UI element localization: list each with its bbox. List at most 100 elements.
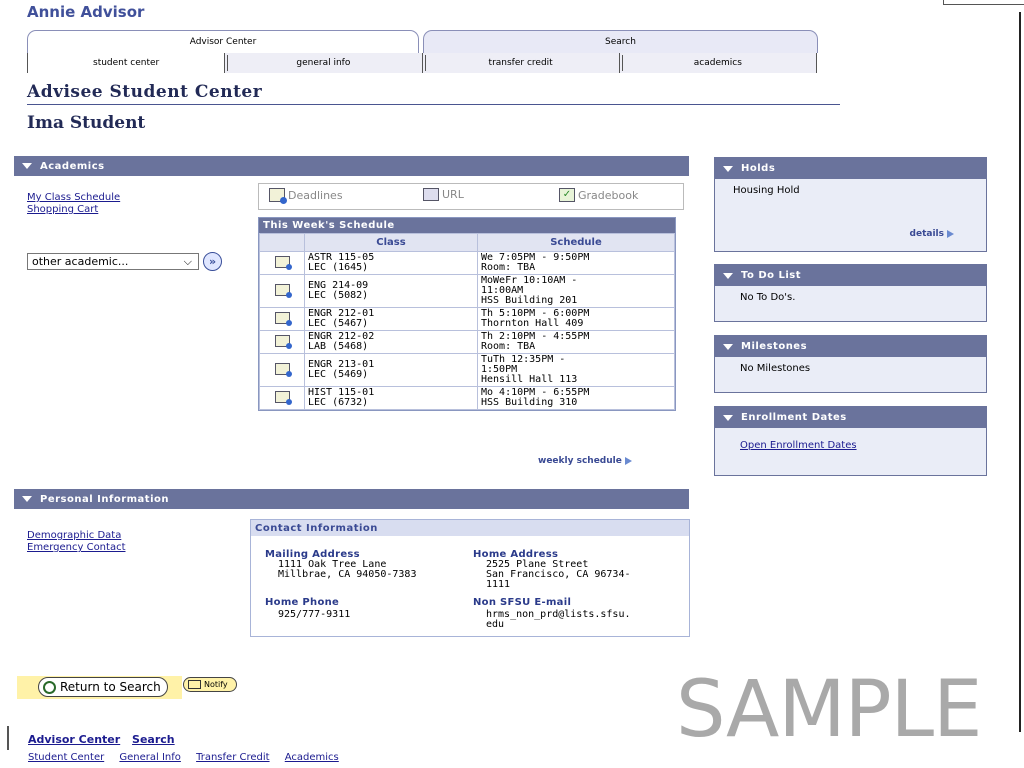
holds-details-link[interactable]: details <box>910 229 954 239</box>
title-divider <box>27 104 840 105</box>
mailing-line: Millbrae, CA 94050-7383 <box>278 569 417 580</box>
footer-student-center-link[interactable]: Student Center <box>28 752 104 763</box>
class-text: LEC (1645) <box>308 262 369 273</box>
left-edge-mark <box>7 726 9 750</box>
subtab-label: transfer credit <box>488 58 553 68</box>
play-arrow-icon <box>947 229 954 238</box>
milestones-header[interactable]: Milestones <box>715 336 986 357</box>
schedule-cell: We 7:05PM - 9:50PM Room: TBA <box>477 251 675 275</box>
class-details-icon[interactable] <box>274 255 292 270</box>
play-arrow-icon <box>624 456 632 465</box>
class-details-cell[interactable] <box>259 307 305 331</box>
gradebook-icon: ✓ <box>559 188 575 202</box>
footer-academics-link[interactable]: Academics <box>285 752 339 763</box>
select-value: other academic... <box>32 255 129 268</box>
home-address: Home Address 2525 Plane Street San Franc… <box>473 550 631 590</box>
panel-title: Enrollment Dates <box>741 412 847 423</box>
my-class-schedule-link[interactable]: My Class Schedule <box>27 192 120 204</box>
return-to-search-button[interactable]: Return to Search <box>38 677 168 697</box>
class-cell: ASTR 115-05 LEC (1645) <box>304 251 478 275</box>
class-text: LEC (5082) <box>308 290 369 301</box>
collapse-triangle-icon <box>723 165 733 172</box>
schedule-cell: TuTh 12:35PM -1:50PM Hensill Hall 113 <box>477 353 675 387</box>
holds-panel: Holds Housing Hold details <box>714 157 987 252</box>
footer-nav-primary: Advisor Center Search <box>28 733 183 746</box>
class-details-cell[interactable] <box>259 274 305 308</box>
url-label: URL <box>442 188 464 201</box>
collapse-triangle-icon <box>723 272 733 279</box>
home-phone-label: Home Phone <box>265 597 340 608</box>
enrollment-dates-header[interactable]: Enrollment Dates <box>715 407 986 428</box>
footer-advisor-center-link[interactable]: Advisor Center <box>28 733 120 746</box>
academics-toolbar: Deadlines URL ✓ Gradebook <box>258 183 684 210</box>
url-icon <box>423 188 439 201</box>
other-academic-select[interactable]: other academic... ⌵ <box>27 253 199 270</box>
schedule-text: HSS Building 201 <box>481 295 578 306</box>
milestones-panel: Milestones No Milestones <box>714 335 987 393</box>
todo-item: No To Do's. <box>740 292 796 303</box>
class-details-icon[interactable] <box>274 311 292 326</box>
tab-search[interactable]: Search <box>423 30 818 53</box>
todo-header[interactable]: To Do List <box>715 265 986 286</box>
class-column-header: Class <box>304 233 478 252</box>
class-cell: ENG 214-09 LEC (5082) <box>304 274 478 308</box>
tab-label: Advisor Center <box>189 37 257 47</box>
emergency-contact-link[interactable]: Emergency Contact <box>27 542 126 554</box>
weekly-schedule-link[interactable]: weekly schedule <box>538 456 632 466</box>
schedule-row: ENGR 213-01 LEC (5469) TuTh 12:35PM -1:50P… <box>259 353 675 387</box>
class-details-icon[interactable] <box>274 362 292 377</box>
holds-header[interactable]: Holds <box>715 158 986 179</box>
shopping-cart-link[interactable]: Shopping Cart <box>27 204 120 216</box>
contact-information-box: Contact Information Mailing Address 1111… <box>250 519 690 637</box>
section-title: Academics <box>40 160 105 172</box>
magnifier-icon <box>43 680 56 694</box>
class-text: LEC (5469) <box>308 369 369 380</box>
class-details-cell[interactable] <box>259 251 305 275</box>
schedule-text: Room: TBA <box>481 262 536 273</box>
schedule-cell: MoWeFr 10:10AM -11:00AM HSS Building 201 <box>477 274 675 308</box>
collapse-triangle-icon <box>22 496 32 502</box>
subtab-label: academics <box>693 58 742 68</box>
class-cell: ENGR 212-01 LEC (5467) <box>304 307 478 331</box>
gradebook-button[interactable]: ✓ Gradebook <box>559 188 638 202</box>
class-text: LAB (5468) <box>308 341 369 352</box>
class-details-icon[interactable] <box>274 390 292 405</box>
footer-search-link[interactable]: Search <box>132 733 175 746</box>
deadlines-button[interactable]: Deadlines <box>269 188 343 204</box>
subtab-label: student center <box>93 58 160 68</box>
class-details-cell[interactable] <box>259 386 305 410</box>
enrollment-dates-panel: Enrollment Dates Open Enrollment Dates <box>714 406 987 476</box>
subtab-transfer-credit[interactable]: transfer credit <box>421 53 619 73</box>
subtab-academics[interactable]: academics <box>618 53 817 73</box>
footer-general-info-link[interactable]: General Info <box>119 752 181 763</box>
weekly-schedule-label: weekly schedule <box>538 456 622 466</box>
class-text: LEC (6732) <box>308 397 369 408</box>
tab-advisor-center[interactable]: Advisor Center <box>27 30 419 53</box>
url-button[interactable]: URL <box>423 188 464 201</box>
subtab-student-center[interactable]: student center <box>27 53 225 73</box>
subtab-general-info[interactable]: general info <box>224 53 422 73</box>
schedule-cell: Mo 4:10PM - 6:55PM HSS Building 310 <box>477 386 675 410</box>
academics-links: My Class Schedule Shopping Cart <box>27 192 120 216</box>
class-details-icon[interactable] <box>274 334 292 349</box>
notify-button[interactable]: Notify <box>183 677 237 692</box>
academics-header[interactable]: Academics <box>14 156 689 176</box>
schedule-text: Room: TBA <box>481 341 536 352</box>
schedule-row: HIST 115-01 LEC (6732) Mo 4:10PM - 6:55PM H… <box>259 386 675 410</box>
go-button[interactable]: » <box>203 252 222 271</box>
class-details-icon[interactable] <box>274 283 292 298</box>
open-enrollment-dates-link[interactable]: Open Enrollment Dates <box>740 440 857 451</box>
tab-label: Search <box>605 37 636 47</box>
class-text: LEC (5467) <box>308 318 369 329</box>
class-details-cell[interactable] <box>259 353 305 387</box>
deadlines-label: Deadlines <box>288 188 343 202</box>
notify-label: Notify <box>204 680 228 689</box>
home-phone: Home Phone 925/777-9311 <box>265 598 350 620</box>
personal-info-header[interactable]: Personal Information <box>14 489 689 509</box>
right-edge-scrollbar[interactable] <box>1019 12 1024 732</box>
class-details-cell[interactable] <box>259 330 305 354</box>
details-label: details <box>909 229 944 239</box>
demographic-data-link[interactable]: Demographic Data <box>27 530 126 542</box>
mailing-address: Mailing Address 1111 Oak Tree Lane Millb… <box>265 550 416 580</box>
footer-transfer-credit-link[interactable]: Transfer Credit <box>196 752 269 763</box>
